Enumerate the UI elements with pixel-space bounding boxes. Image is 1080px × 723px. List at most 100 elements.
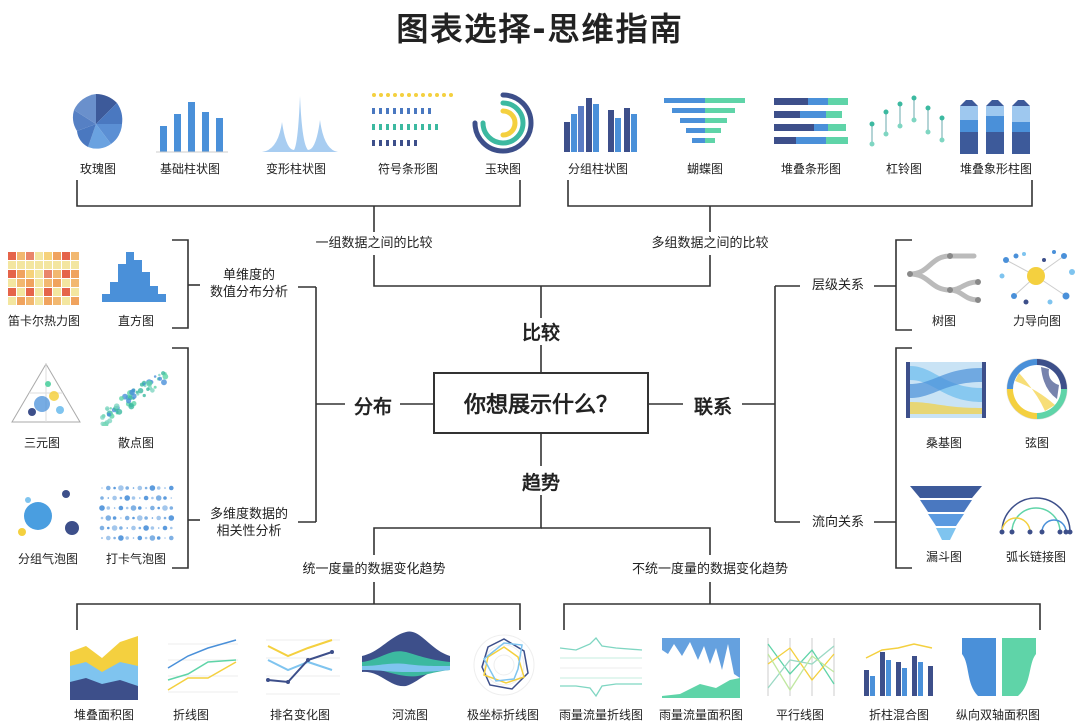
scatter-point [162, 373, 169, 380]
basic-bar-thumb [156, 102, 228, 153]
scatter-point [131, 388, 136, 393]
punch-dot [132, 487, 135, 489]
line-chart-label: 折线图 [172, 708, 209, 722]
rain-line-label: 雨量流量折线图 [558, 708, 643, 722]
morph-bar-label: 变形柱状图 [265, 162, 326, 176]
heatmap-cell [26, 270, 34, 278]
heatmap-cell [8, 252, 16, 260]
ternary-thumb [11, 363, 81, 423]
punch-dot [144, 536, 148, 540]
scatter-point [153, 375, 157, 378]
group-bar-thumb [564, 98, 637, 152]
heatmap-cell [17, 288, 25, 296]
polar-line-label: 极坐标折线图 [466, 708, 539, 722]
punch-dot [169, 485, 174, 491]
chord-label: 弦图 [1024, 436, 1049, 450]
punch-dot [163, 516, 167, 520]
heatmap-cell [26, 297, 34, 305]
morph-bar-thumb [262, 96, 338, 152]
heatmap-cell [44, 261, 52, 269]
punch-dot [132, 537, 135, 539]
scatter-point [153, 385, 157, 389]
heatmap-cell [62, 297, 70, 305]
punch-dot [106, 485, 111, 491]
line-chart-thumb [167, 639, 238, 693]
scatter-thumb [100, 371, 169, 426]
stream-graph-label: 河流图 [391, 708, 428, 722]
punch-dot [151, 496, 154, 500]
punch-dot [164, 537, 166, 539]
punch-dot [132, 516, 135, 520]
punch-dot [169, 506, 174, 510]
punch-dot [150, 505, 155, 511]
scatter-point [161, 379, 167, 386]
heatmap-cell [35, 297, 43, 305]
heatmap-cell [26, 279, 34, 287]
scatter-point [139, 382, 144, 387]
basic-bar-label: 基础柱状图 [159, 162, 220, 176]
heatmap-thumb [8, 252, 79, 305]
sankey-label: 桑基图 [925, 436, 962, 450]
central-question: 你想展示什么？ [433, 372, 649, 434]
punch-dot [100, 516, 104, 520]
punch-dot [119, 496, 123, 500]
stack-pictorial-label: 堆叠象形柱图 [959, 162, 1032, 176]
heatmap-cell [17, 270, 25, 278]
dual-area-label: 纵向双轴面积图 [955, 708, 1040, 722]
scatter-point [109, 407, 112, 410]
heatmap-cell [71, 279, 79, 287]
polar-line-thumb [473, 634, 535, 696]
punch-dot [170, 497, 173, 499]
punch-dot [168, 515, 175, 521]
branch-relation: 联系 [684, 392, 742, 419]
histogram-thumb [102, 252, 166, 302]
punch-dot [131, 525, 136, 531]
heatmap-cell [71, 261, 79, 269]
heatmap-cell [26, 288, 34, 296]
scatter-point [106, 412, 112, 417]
group-bubble-thumb [18, 490, 79, 536]
heatmap-cell [44, 270, 52, 278]
heatmap-cell [71, 297, 79, 305]
punch-dot [145, 507, 147, 509]
heatmap-cell [62, 279, 70, 287]
rain-area-label: 雨量流量面积图 [658, 708, 743, 722]
punch-dot [139, 497, 141, 499]
sub-one-group: 一组数据之间的比较 [300, 235, 448, 252]
symbol-bar-label: 符号条形图 [377, 162, 438, 176]
group-bar-label: 分组柱状图 [567, 162, 628, 176]
scatter-point [146, 380, 153, 387]
heatmap-cell [71, 252, 79, 260]
histogram-label: 直方图 [117, 314, 154, 328]
heatmap-cell [71, 288, 79, 296]
punch-dot [131, 496, 136, 500]
sub-non-unified: 不统一度量的数据变化趋势 [612, 561, 808, 578]
punch-dot [138, 526, 142, 530]
punch-dot [144, 516, 148, 520]
sub-hierarchy: 层级关系 [802, 277, 874, 294]
punch-dot [118, 485, 124, 491]
scatter-point [157, 376, 163, 381]
punch-dot [118, 535, 124, 541]
punch-dot [107, 497, 110, 499]
heatmap-cell [8, 261, 16, 269]
sub-multi-group: 多组数据之间的比较 [636, 235, 784, 252]
scatter-label: 散点图 [117, 436, 154, 450]
punch-dot [105, 515, 112, 521]
rain-line-thumb [559, 637, 643, 698]
parallel-label: 平行线图 [775, 708, 824, 722]
jade-chart-label: 玉玦图 [484, 162, 521, 176]
butterfly-label: 蝴蝶图 [686, 162, 723, 176]
punch-dot [119, 526, 123, 530]
rain-area-thumb [662, 638, 740, 698]
stream-graph-thumb [362, 631, 450, 687]
heatmap-cell [35, 288, 43, 296]
rank-chart-label: 排名变化图 [269, 708, 330, 722]
scatter-point [128, 403, 135, 410]
sub-single-dim: 单维度的 数值分布分析 [200, 267, 298, 301]
punch-dot [151, 517, 154, 519]
branch-distribution: 分布 [346, 392, 400, 419]
jade-chart-thumb [472, 92, 534, 154]
scatter-point [146, 387, 150, 391]
heatmap-cell [17, 297, 25, 305]
